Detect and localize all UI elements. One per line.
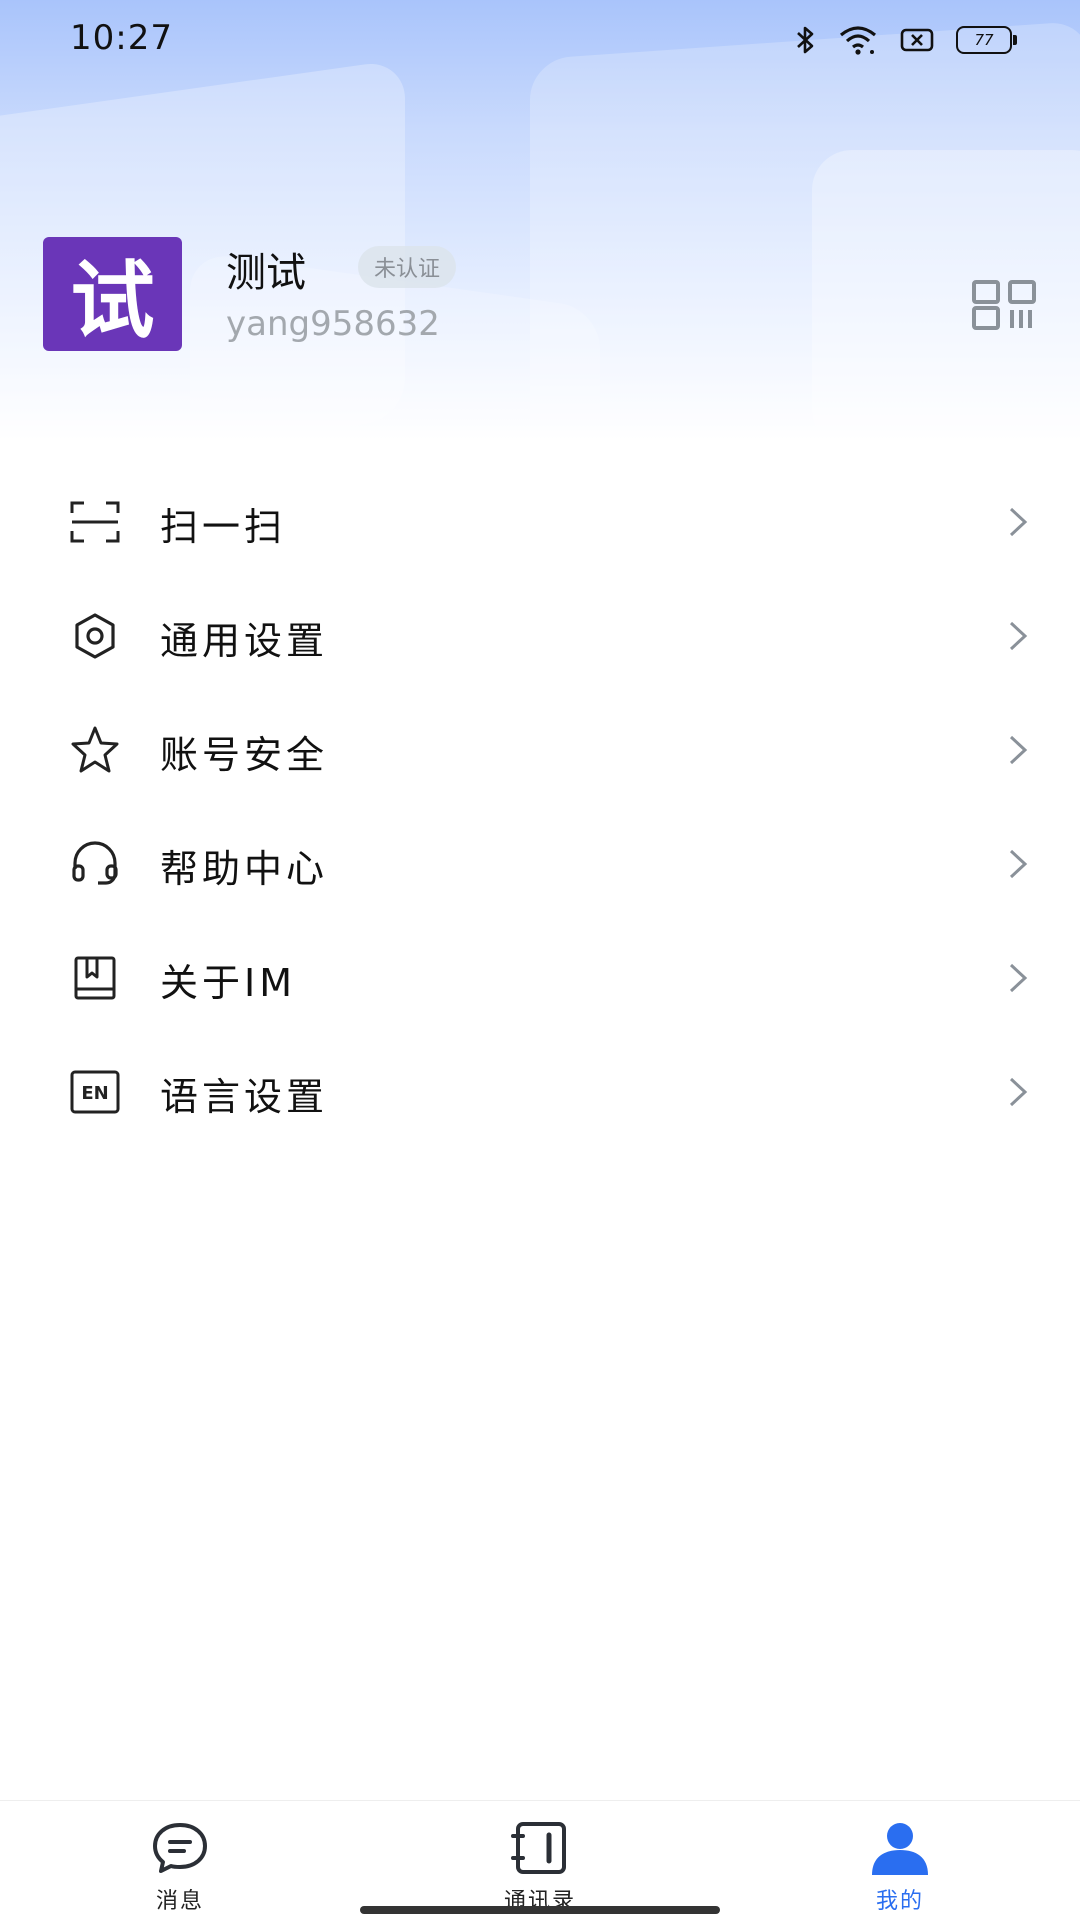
verification-badge: 未认证 — [358, 246, 457, 288]
menu-item-label: 通用设置 — [160, 619, 329, 663]
star-icon — [71, 726, 119, 773]
tab-messages[interactable]: 消息 — [80, 1817, 280, 1917]
menu-item-label: 账号安全 — [160, 733, 329, 777]
status-icons: 77 — [794, 22, 1017, 58]
chevron-right-icon — [1009, 1077, 1028, 1107]
menu-item-label: 帮助中心 — [160, 847, 329, 891]
tab-label: 消息 — [155, 1889, 204, 1914]
settings-menu: 扫一扫 通用设置 账号安全 帮助中心 关于IM EN 语言设置 — [0, 465, 1080, 1149]
book-icon — [74, 956, 116, 1000]
avatar[interactable]: 试 — [43, 237, 182, 351]
menu-item-about[interactable]: 关于IM — [0, 921, 1080, 1035]
scan-icon — [70, 501, 120, 543]
header-decoration — [812, 150, 1080, 440]
settings-hexagon-icon — [75, 613, 115, 659]
menu-item-help-center[interactable]: 帮助中心 — [0, 807, 1080, 921]
chevron-right-icon — [1009, 963, 1028, 993]
battery-level: 77 — [974, 31, 994, 49]
chevron-right-icon — [1009, 621, 1028, 651]
chevron-right-icon — [1009, 849, 1028, 879]
menu-item-scan[interactable]: 扫一扫 — [0, 465, 1080, 579]
home-indicator[interactable] — [360, 1906, 720, 1914]
language-en-icon: EN — [70, 1070, 120, 1114]
user-id: yang958632 — [226, 304, 440, 344]
tab-label: 我的 — [875, 1889, 924, 1914]
menu-item-account-security[interactable]: 账号安全 — [0, 693, 1080, 807]
wifi-icon — [839, 26, 877, 55]
headset-icon — [72, 841, 118, 885]
person-icon — [872, 1823, 928, 1875]
chat-icon — [153, 1823, 207, 1873]
menu-item-general-settings[interactable]: 通用设置 — [0, 579, 1080, 693]
contacts-icon — [511, 1822, 566, 1874]
menu-item-label: 关于IM — [160, 961, 296, 1005]
bluetooth-icon — [797, 26, 814, 54]
tab-contacts[interactable]: 通讯录 — [440, 1817, 640, 1917]
avatar-text: 试 — [70, 251, 155, 350]
svg-text:EN: EN — [81, 1083, 108, 1104]
sim-off-icon — [900, 28, 934, 52]
status-time: 10:27 — [70, 18, 173, 58]
chevron-right-icon — [1009, 735, 1028, 765]
tab-me[interactable]: 我的 — [800, 1817, 1000, 1917]
status-bar: 10:27 77 — [0, 0, 1080, 80]
user-name: 测试 — [226, 250, 306, 296]
chevron-right-icon — [1009, 507, 1028, 537]
bottom-tab-bar: 消息 通讯录 我的 — [0, 1800, 1080, 1921]
battery-icon: 77 — [956, 26, 1017, 54]
menu-item-label: 扫一扫 — [160, 505, 287, 549]
qr-code-icon[interactable] — [972, 280, 1036, 330]
menu-item-label: 语言设置 — [160, 1075, 329, 1119]
menu-item-language-settings[interactable]: EN 语言设置 — [0, 1035, 1080, 1149]
